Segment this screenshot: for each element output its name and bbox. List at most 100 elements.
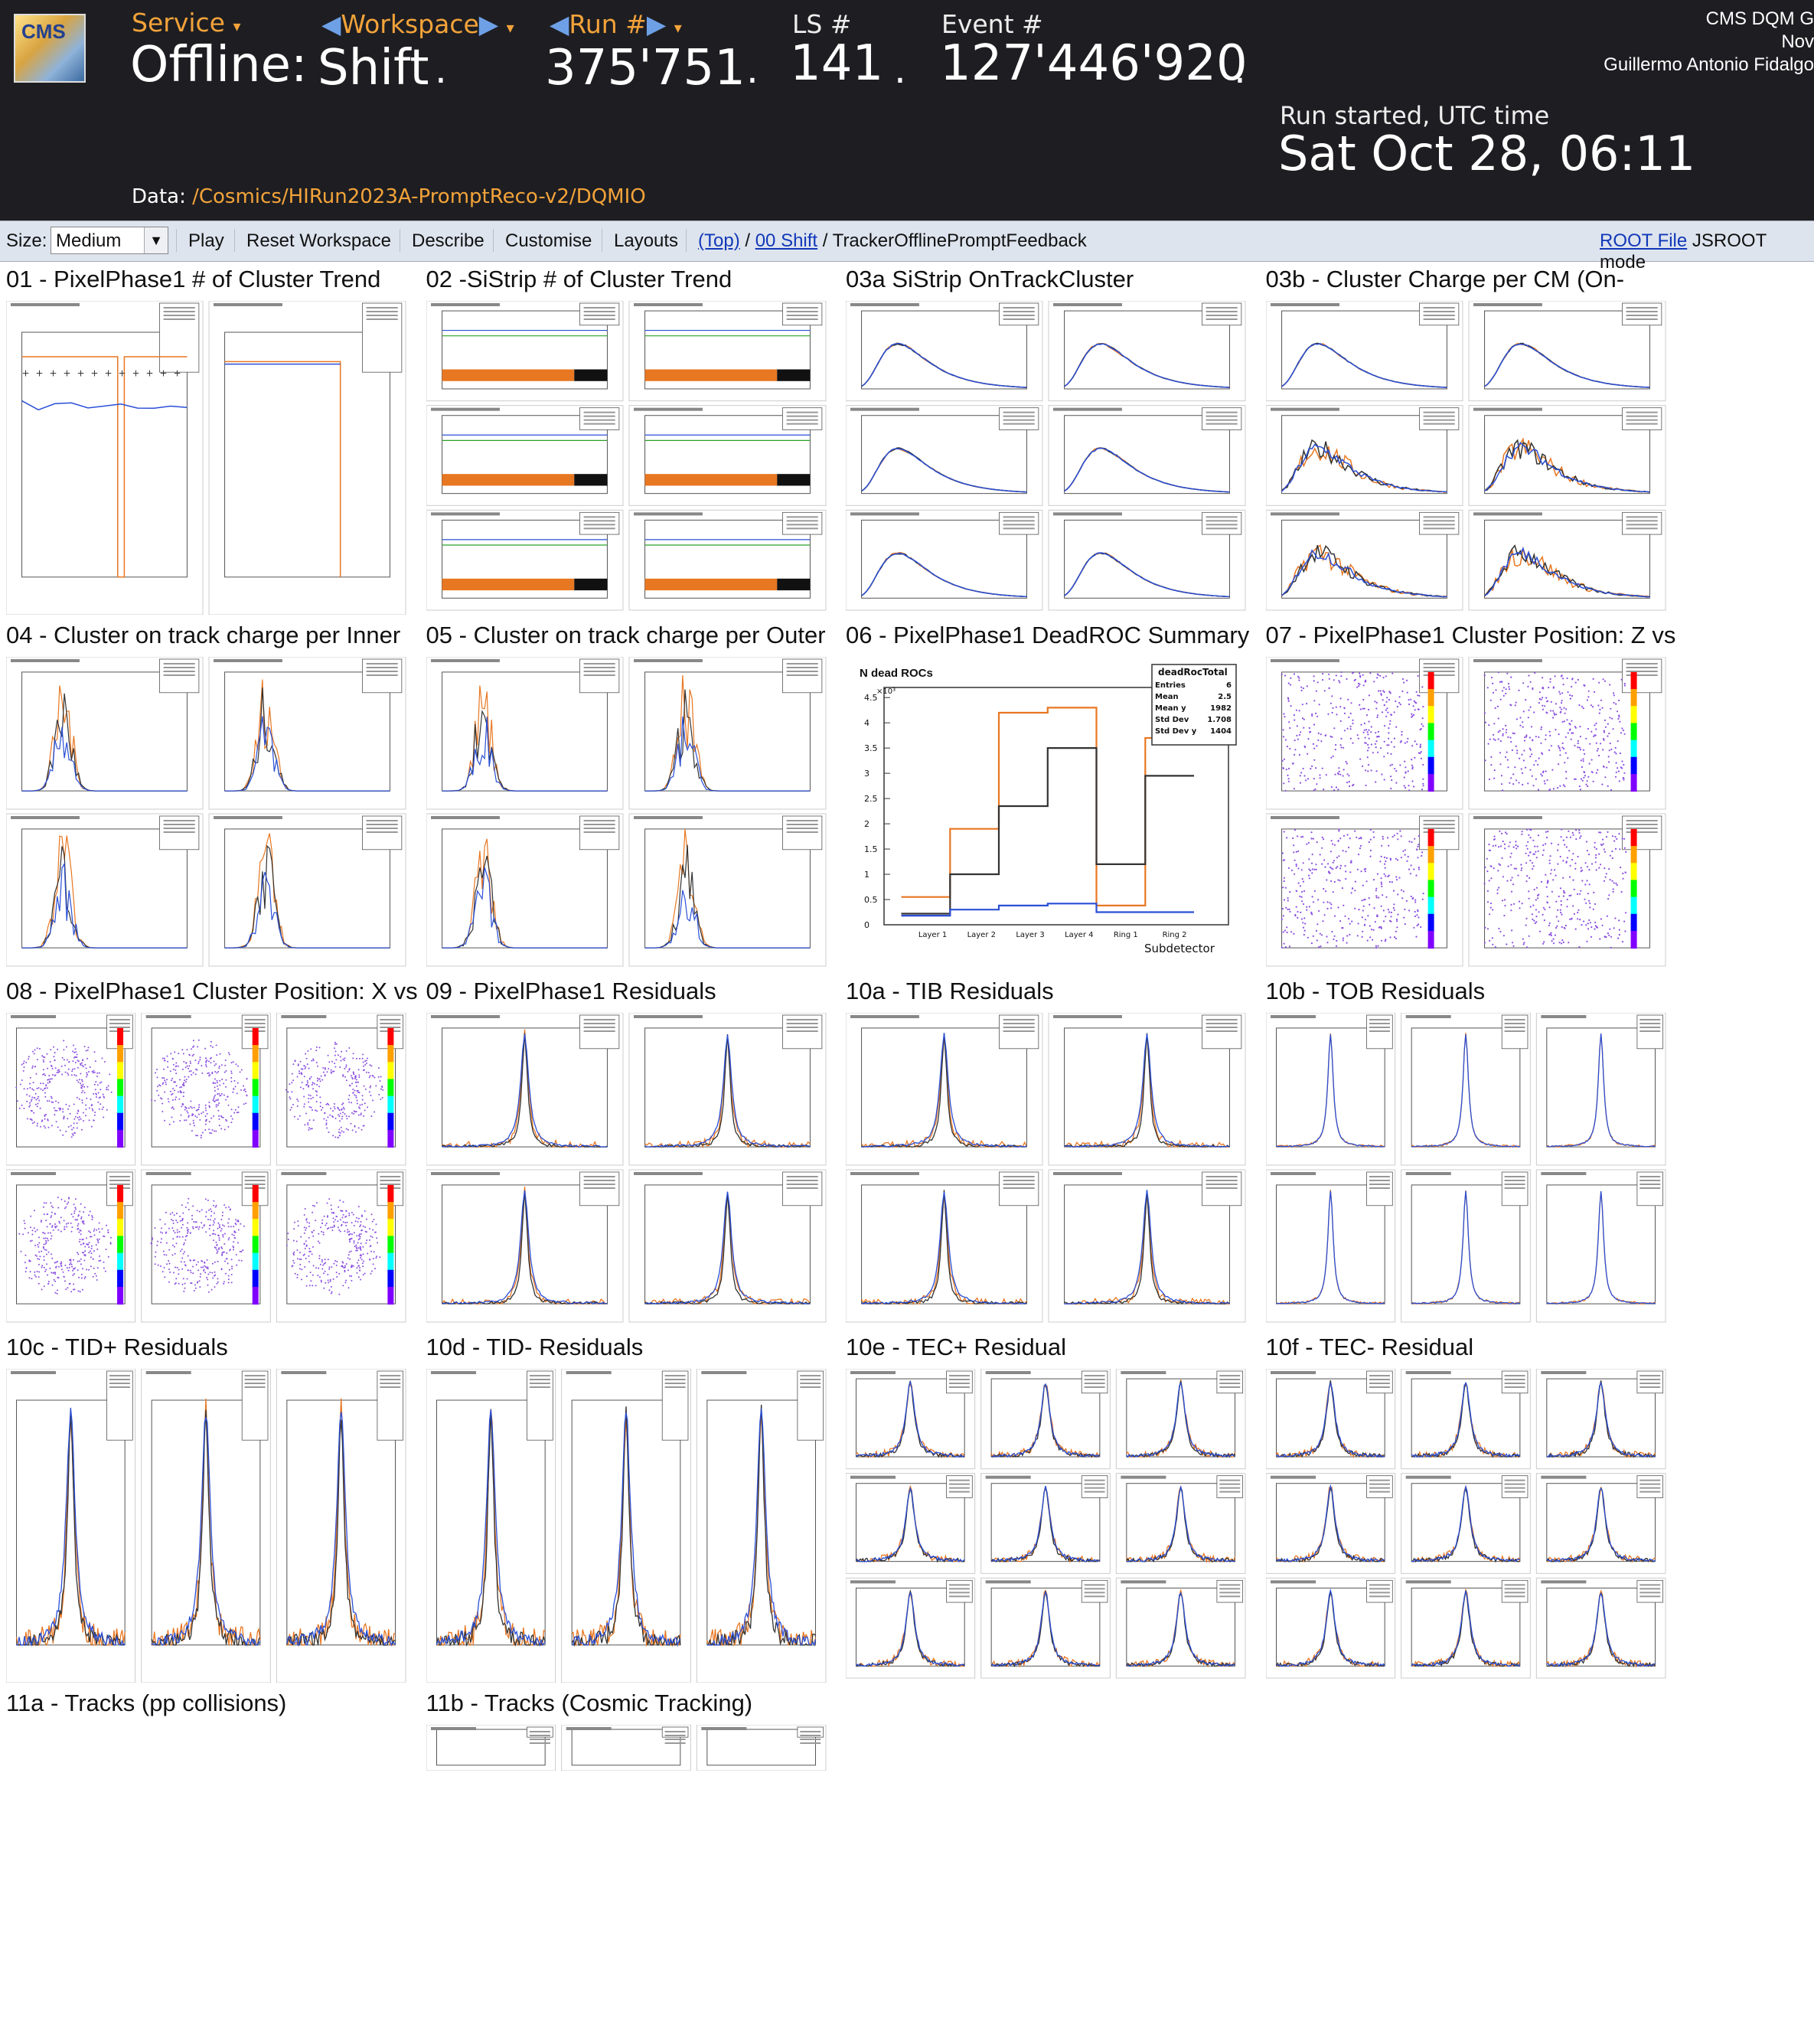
residual-subplot[interactable] bbox=[980, 1577, 1111, 1679]
residual-subplot[interactable] bbox=[426, 1013, 623, 1166]
plot-title[interactable]: 03a SiStrip OnTrackCluster bbox=[846, 266, 1259, 293]
histogram-subplot[interactable] bbox=[1048, 509, 1246, 611]
plot-cell[interactable]: 01 - PixelPhase1 # of Cluster Trend + + + + +… bbox=[0, 264, 417, 620]
plot-cell[interactable]: 11b - Tracks (Cosmic Tracking) bbox=[420, 1688, 837, 2044]
user-name[interactable]: Guillermo Antonio Fidalgo bbox=[1508, 54, 1814, 77]
ring-subplot[interactable] bbox=[276, 1013, 406, 1166]
plot-image[interactable] bbox=[1265, 1013, 1672, 1327]
trend-subplot[interactable] bbox=[426, 301, 623, 402]
plot-cell[interactable]: 08 - PixelPhase1 Cluster Position: X vs bbox=[0, 976, 419, 1332]
histogram-subplot[interactable] bbox=[1265, 301, 1463, 402]
track-subplot[interactable] bbox=[426, 1725, 556, 1771]
plot-image[interactable] bbox=[846, 1013, 1251, 1327]
plot-image[interactable] bbox=[426, 301, 832, 615]
plot-image[interactable] bbox=[6, 1369, 412, 1683]
cms-logo[interactable]: CMS bbox=[14, 14, 86, 83]
trend-subplot[interactable] bbox=[628, 405, 826, 506]
chevron-right-icon[interactable]: ▶ bbox=[647, 9, 666, 39]
breadcrumb-shift[interactable]: 00 Shift bbox=[755, 230, 817, 251]
scatter-subplot[interactable] bbox=[1265, 813, 1463, 967]
residual-subplot[interactable] bbox=[1265, 1369, 1395, 1470]
histogram-subplot[interactable] bbox=[426, 813, 623, 967]
plot-image[interactable] bbox=[426, 1725, 832, 1771]
residual-subplot[interactable] bbox=[696, 1369, 827, 1683]
plot-image[interactable] bbox=[1265, 657, 1672, 971]
trend-subplot[interactable] bbox=[628, 301, 826, 402]
trend-subplot[interactable] bbox=[426, 405, 623, 506]
plot-cell[interactable]: 10d - TID- Residuals bbox=[420, 1332, 837, 1688]
chevron-left-icon[interactable]: ◀ bbox=[321, 9, 341, 39]
histogram-subplot[interactable] bbox=[1265, 509, 1463, 611]
residual-subplot[interactable] bbox=[141, 1369, 271, 1683]
residual-subplot[interactable] bbox=[1400, 1369, 1531, 1470]
residual-subplot[interactable] bbox=[846, 1473, 976, 1574]
plot-title[interactable]: 10d - TID- Residuals bbox=[426, 1334, 840, 1361]
plot-image[interactable] bbox=[426, 657, 832, 971]
plot-image[interactable] bbox=[1265, 301, 1672, 615]
plot-image[interactable] bbox=[1265, 1369, 1672, 1683]
ring-subplot[interactable] bbox=[6, 1169, 136, 1323]
residual-subplot[interactable] bbox=[1115, 1473, 1246, 1574]
ring-subplot[interactable] bbox=[141, 1169, 271, 1323]
chevron-left-icon[interactable]: ◀ bbox=[550, 9, 569, 39]
histogram-subplot[interactable] bbox=[846, 405, 1043, 506]
plot-cell[interactable]: 10f - TEC- Residual bbox=[1260, 1332, 1677, 1688]
plot-cell[interactable]: 10a - TIB Residuals bbox=[840, 976, 1257, 1332]
trend-subplot[interactable]: + + + + + + + + + + + + bbox=[6, 301, 204, 615]
plot-image[interactable]: + + + + + + + + + + + + bbox=[6, 301, 412, 615]
ring-subplot[interactable] bbox=[276, 1169, 406, 1323]
reset-workspace-button[interactable]: Reset Workspace bbox=[246, 230, 391, 252]
size-select[interactable]: Medium ▼ bbox=[51, 227, 168, 254]
residual-subplot[interactable] bbox=[1400, 1473, 1531, 1574]
residual-subplot[interactable] bbox=[1535, 1169, 1666, 1323]
plot-title[interactable]: 08 - PixelPhase1 Cluster Position: X vs bbox=[6, 978, 419, 1005]
plot-image[interactable]: N dead ROCs ×10³4.5 4 3.5 3 2.5 2 1.5 1 0.5 0 Layer… bbox=[846, 657, 1251, 971]
plot-cell[interactable]: 10c - TID+ Residuals bbox=[0, 1332, 417, 1688]
track-subplot[interactable] bbox=[696, 1725, 827, 1771]
layouts-button[interactable]: Layouts bbox=[614, 230, 678, 252]
describe-button[interactable]: Describe bbox=[412, 230, 484, 252]
plot-title[interactable]: 10f - TEC- Residual bbox=[1266, 1334, 1679, 1361]
histogram-subplot[interactable] bbox=[628, 657, 826, 810]
plot-title[interactable]: 03b - Cluster Charge per CM (On- bbox=[1266, 266, 1679, 293]
histogram-subplot[interactable] bbox=[1048, 301, 1246, 402]
histogram-subplot[interactable] bbox=[208, 657, 406, 810]
root-file-link[interactable]: ROOT File bbox=[1600, 230, 1687, 251]
residual-subplot[interactable] bbox=[628, 1169, 826, 1323]
plot-cell[interactable]: 06 - PixelPhase1 DeadROC Summary N dead R… bbox=[840, 620, 1257, 976]
plot-cell[interactable]: 02 -SiStrip # of Cluster Trend bbox=[420, 264, 837, 620]
residual-subplot[interactable] bbox=[1535, 1369, 1666, 1470]
plot-title[interactable]: 01 - PixelPhase1 # of Cluster Trend bbox=[6, 266, 419, 293]
run-menu[interactable]: ◀Run #▶ ▾ bbox=[550, 9, 682, 39]
play-button[interactable]: Play bbox=[188, 230, 224, 252]
plot-title[interactable]: 10e - TEC+ Residual bbox=[846, 1334, 1259, 1361]
plot-cell[interactable]: 10b - TOB Residuals bbox=[1260, 976, 1677, 1332]
trend-subplot[interactable] bbox=[208, 301, 406, 615]
residual-subplot[interactable] bbox=[1115, 1369, 1246, 1470]
histogram-subplot[interactable] bbox=[1048, 405, 1246, 506]
residual-subplot[interactable] bbox=[628, 1013, 826, 1166]
plot-title[interactable]: 11a - Tracks (pp collisions) bbox=[6, 1690, 419, 1717]
trend-subplot[interactable] bbox=[628, 509, 826, 611]
residual-subplot[interactable] bbox=[276, 1369, 406, 1683]
plot-title[interactable]: 10b - TOB Residuals bbox=[1266, 978, 1679, 1005]
histogram-subplot[interactable] bbox=[208, 813, 406, 967]
customise-button[interactable]: Customise bbox=[505, 230, 592, 252]
histogram-subplot[interactable] bbox=[846, 509, 1043, 611]
residual-subplot[interactable] bbox=[1400, 1013, 1531, 1166]
trend-subplot[interactable] bbox=[426, 509, 623, 611]
plot-title[interactable]: 05 - Cluster on track charge per Outer bbox=[426, 622, 840, 649]
residual-subplot[interactable] bbox=[846, 1013, 1043, 1166]
chevron-right-icon[interactable]: ▶ bbox=[479, 9, 498, 39]
plot-title[interactable]: 02 -SiStrip # of Cluster Trend bbox=[426, 266, 840, 293]
plot-title[interactable]: 06 - PixelPhase1 DeadROC Summary bbox=[846, 622, 1259, 649]
ring-subplot[interactable] bbox=[141, 1013, 271, 1166]
histogram-subplot[interactable] bbox=[1265, 405, 1463, 506]
plot-cell[interactable]: 03b - Cluster Charge per CM (On- bbox=[1260, 264, 1677, 620]
histogram-subplot[interactable] bbox=[1468, 301, 1666, 402]
histogram-subplot[interactable] bbox=[6, 813, 204, 967]
plot-image[interactable] bbox=[846, 301, 1251, 615]
plot-image[interactable] bbox=[426, 1013, 832, 1327]
scatter-subplot[interactable] bbox=[1468, 813, 1666, 967]
workspace-menu[interactable]: ◀Workspace▶ ▾ bbox=[321, 9, 514, 39]
